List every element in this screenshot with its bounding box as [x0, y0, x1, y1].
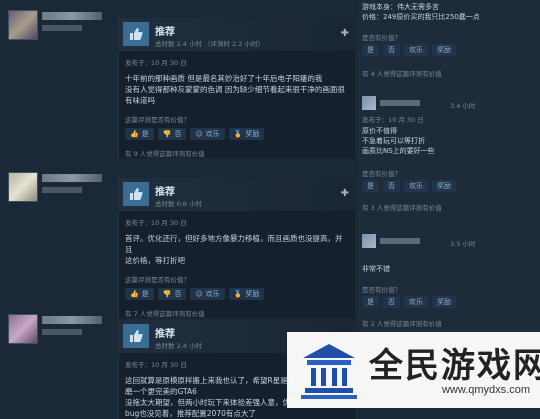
site-watermark: 全民游戏网 www.qmydxs.com — [287, 332, 540, 408]
username-blurred[interactable] — [42, 174, 102, 182]
award-button[interactable]: 奖励 — [432, 296, 456, 308]
username-blurred[interactable] — [380, 238, 420, 244]
temple-logo-icon — [301, 344, 357, 399]
avatar[interactable] — [362, 96, 376, 110]
vote-buttons: 是 否 欢乐 奖励 — [362, 180, 536, 192]
award-icon: 🏅 — [233, 130, 243, 138]
username-blurred[interactable] — [380, 100, 420, 106]
vote-buttons: 是 否 欢乐 奖励 — [362, 296, 536, 308]
funny-button[interactable]: 欢乐 — [404, 296, 428, 308]
award-icon: 🏅 — [233, 290, 243, 298]
helpful-count: 有 4 人觉得这篇评测有价值 — [362, 70, 442, 78]
award-button[interactable]: 奖励 — [432, 180, 456, 192]
recommended-label: 推荐 — [155, 329, 175, 340]
posted-date: 发布于：10 月 30 日 — [362, 116, 424, 124]
posted-date: 发布于：10 月 30 日 — [125, 219, 187, 227]
posted-date: 发布于：10 月 30 日 — [125, 59, 187, 67]
recommended-label: 推荐 — [155, 27, 175, 38]
plus-icon[interactable]: ✚ — [341, 188, 349, 199]
username-blurred[interactable] — [42, 316, 102, 324]
review-text: 首评。优化还行，但好多地方像暴力移植，而且画质也没提高，并且 这价格，等打折吧 — [125, 234, 343, 265]
recommended-label: 推荐 — [155, 187, 175, 198]
review-box: 推荐 总时数 0.6 小时 ✚ 发布于：10 月 30 日 首评。优化还行，但好… — [118, 178, 355, 318]
review-text: 非常不错 — [362, 265, 390, 273]
review-text: 原价不值得 不急着玩可以等打折 画质比NS上的要好一些 — [362, 127, 435, 155]
vote-buttons: 是 否 欢乐 奖励 — [362, 44, 536, 56]
helpful-question: 这篇评测是否有价值？ — [125, 276, 190, 284]
funny-button[interactable]: 欢乐 — [404, 180, 428, 192]
user-meta-blurred — [42, 187, 82, 193]
helpful-count: 有 7 人觉得这篇评测有价值 — [125, 310, 205, 318]
yes-button[interactable]: 是 — [362, 180, 379, 192]
vote-buttons: 👍 是 👎 否 ☺ 欢乐 🏅 奖励 — [119, 284, 355, 300]
funny-button[interactable]: 欢乐 — [404, 44, 428, 56]
helpful-question: 是否有价值？ — [362, 34, 401, 42]
helpful-question: 这篇评测是否有价值？ — [125, 116, 190, 124]
playtime: 总时数 2.4 小时 （评测时 2.2 小时） — [155, 40, 265, 48]
avatar[interactable] — [8, 314, 38, 344]
watermark-title: 全民游戏网 — [369, 346, 540, 386]
avatar[interactable] — [362, 234, 376, 248]
award-button[interactable]: 🏅 奖励 — [228, 288, 265, 300]
helpful-question: 是否有价值？ — [362, 170, 401, 178]
user-meta-blurred — [42, 329, 82, 335]
playtime: 总时数 2.4 小时 — [155, 342, 202, 350]
no-button[interactable]: 否 — [383, 180, 400, 192]
no-button[interactable]: 否 — [383, 44, 400, 56]
username-blurred[interactable] — [42, 12, 102, 20]
watermark-url: www.qmydxs.com — [441, 384, 530, 396]
review-box: 推荐 总时数 2.4 小时 （评测时 2.2 小时） ✚ 发布于：10 月 30… — [118, 18, 355, 158]
yes-button[interactable]: 是 — [362, 296, 379, 308]
vote-buttons: 👍 是 👎 否 ☺ 欢乐 🏅 奖励 — [119, 124, 355, 140]
no-button[interactable]: 否 — [383, 296, 400, 308]
award-button[interactable]: 奖励 — [432, 44, 456, 56]
playtime: 3.4 小时 — [450, 102, 476, 110]
helpful-question: 是否有价值？ — [362, 286, 401, 294]
no-button[interactable]: 👎 否 — [157, 288, 187, 300]
smile-icon: ☺ — [195, 130, 203, 138]
thumbs-up-icon: 👍 — [130, 290, 139, 298]
yes-button[interactable]: 是 — [362, 44, 379, 56]
review-header: 推荐 总时数 2.4 小时 （评测时 2.2 小时） ✚ — [119, 18, 355, 51]
helpful-count: 有 3 人觉得这篇评测有价值 — [362, 204, 442, 212]
review-text: 十年前的那种画质 但是最名其妙治好了十年后电子阳痿的我 没有人觉得那种灰蒙蒙的色… — [125, 74, 345, 105]
funny-button[interactable]: ☺ 欢乐 — [190, 288, 225, 300]
avatar[interactable] — [8, 172, 38, 202]
helpful-count: 有 2 人觉得这篇评测有价值 — [362, 320, 442, 328]
no-button[interactable]: 👎 否 — [157, 128, 187, 140]
yes-button[interactable]: 👍 是 — [125, 288, 154, 300]
helpful-count: 有 9 人觉得这篇评测有价值 — [125, 150, 205, 158]
award-button[interactable]: 🏅 奖励 — [228, 128, 265, 140]
thumbs-up-icon — [123, 324, 149, 348]
user-meta-blurred — [42, 25, 82, 31]
funny-button[interactable]: ☺ 欢乐 — [190, 128, 225, 140]
playtime: 总时数 0.6 小时 — [155, 200, 202, 208]
playtime: 3.5 小时 — [450, 240, 476, 248]
thumbs-down-icon: 👎 — [162, 290, 172, 298]
sidebar-review-top: 游戏本身：伟大无需多言 价格：249原价买的我只比250蠢一点 — [362, 3, 480, 21]
avatar[interactable] — [8, 10, 38, 40]
thumbs-up-icon: 👍 — [130, 130, 139, 138]
thumbs-up-icon — [123, 182, 149, 206]
thumbs-up-icon — [123, 22, 149, 46]
yes-button[interactable]: 👍 是 — [125, 128, 154, 140]
smile-icon: ☺ — [195, 290, 203, 298]
plus-icon[interactable]: ✚ — [341, 28, 349, 39]
thumbs-down-icon: 👎 — [162, 130, 172, 138]
review-header: 推荐 总时数 0.6 小时 ✚ — [119, 178, 355, 211]
